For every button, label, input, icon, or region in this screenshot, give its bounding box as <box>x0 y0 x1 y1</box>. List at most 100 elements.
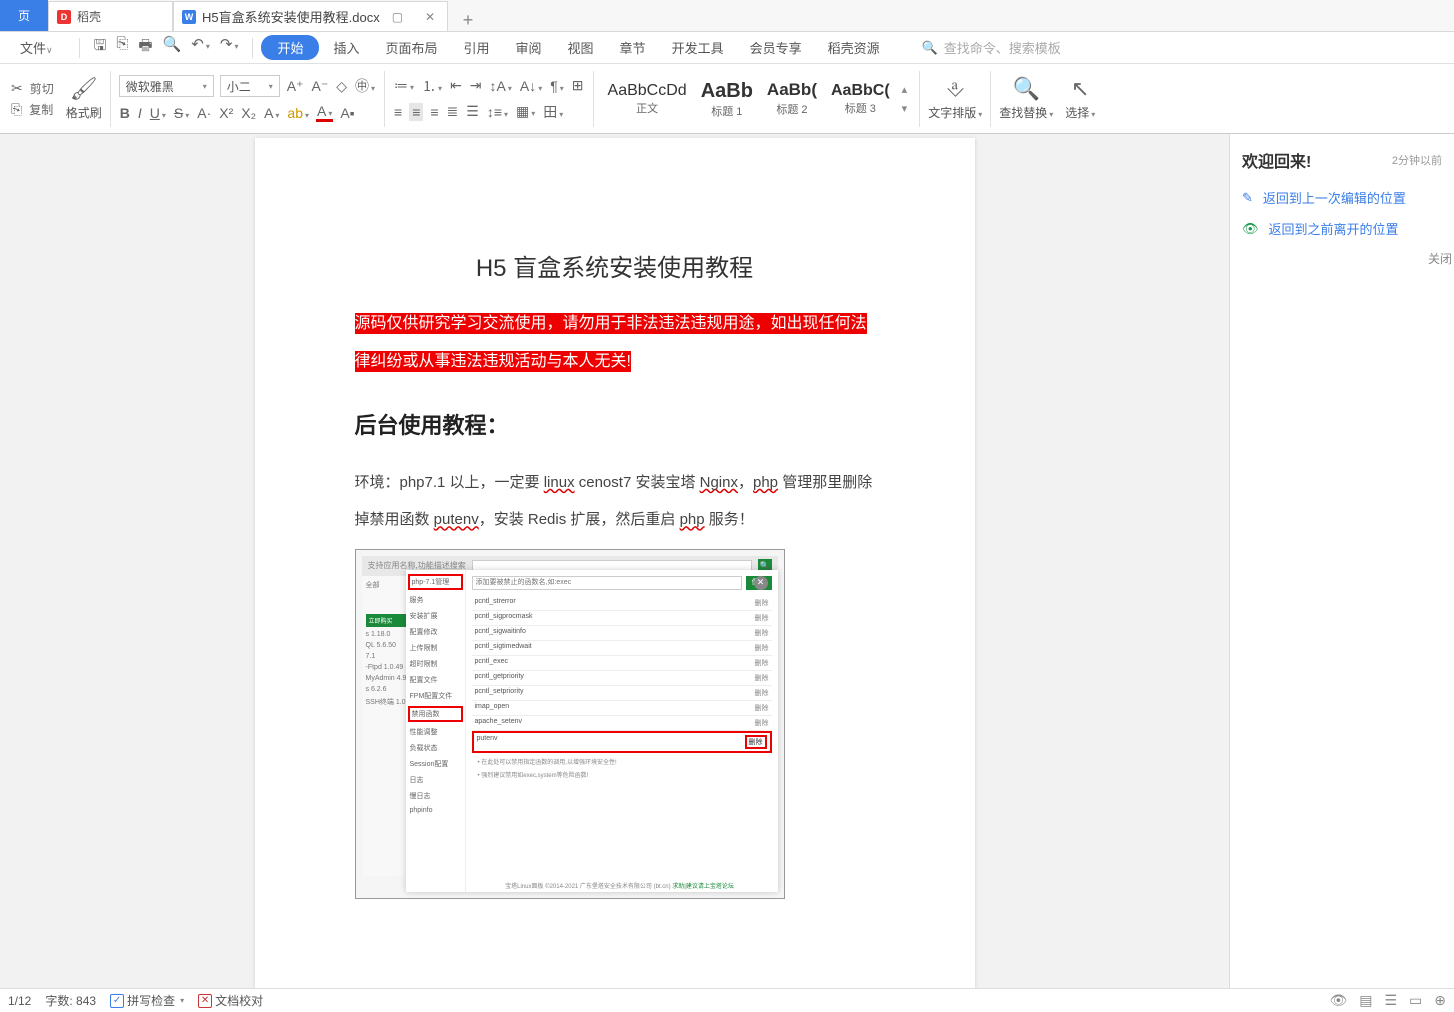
style-heading3[interactable]: AaBbC(标题 3 <box>825 79 896 118</box>
tab-doc-active[interactable]: W H5盲盒系统安装使用教程.docx ▢ ✕ <box>173 1 448 31</box>
paragraph-group: ≔▾ ⒈▾ ⇤ ⇥ ↕A▾ A↓▾ ¶▾ ⊞ ≡ ≡ ≡ ≣ ☰ ↕≡▾ ▦▾ … <box>387 69 591 129</box>
menu-file[interactable]: 文件∨ <box>8 34 71 61</box>
view-book-icon[interactable]: ▭ <box>1409 992 1422 1009</box>
pencil-icon: ✎ <box>1242 190 1253 206</box>
borders-icon[interactable]: 田▾ <box>542 102 564 122</box>
sort-icon[interactable]: A↓▾ <box>519 78 543 94</box>
superscript-icon[interactable]: X² <box>218 105 234 121</box>
shell-icon: D <box>57 10 71 24</box>
paint-brush-icon: 🖌 <box>70 76 98 102</box>
section-title: 后台使用教程： <box>355 408 875 440</box>
tabs-bar: 页 D 稻壳 W H5盲盒系统安装使用教程.docx ▢ ✕ + <box>0 0 1454 32</box>
undo-icon[interactable]: ↶▾ <box>191 35 210 60</box>
italic-icon[interactable]: I <box>137 105 143 121</box>
align-right-icon[interactable]: ≡ <box>429 104 439 120</box>
doc-proof-toggle[interactable]: ✕文档校对 <box>198 992 263 1009</box>
text-layout-button[interactable]: ⎀ 文字排版▾ <box>922 76 988 121</box>
menu-start[interactable]: 开始 <box>261 35 319 60</box>
page: H5 盲盒系统安装使用教程 源码仅供研究学习交流使用，请勿用于非法违法违规用途，… <box>255 138 975 988</box>
body-text: 环境：php7.1 以上，一定要 linux cenost7 安装宝塔 Ngin… <box>355 464 875 539</box>
line-spacing-icon[interactable]: ↕≡▾ <box>486 104 509 120</box>
view-outline-icon[interactable]: ☰ <box>1384 992 1397 1009</box>
save-icon[interactable]: 🖫 <box>94 35 107 60</box>
bullets-icon[interactable]: ≔▾ <box>393 77 415 94</box>
menu-resources[interactable]: 稻壳资源 <box>816 34 892 61</box>
subscript-icon[interactable]: X₂ <box>240 105 257 121</box>
preview-icon[interactable]: 🔍 <box>163 35 182 60</box>
shading-icon[interactable]: ▦▾ <box>515 103 536 120</box>
font-grow-icon[interactable]: A⁺ <box>286 78 305 95</box>
clear-format-icon[interactable]: ◇ <box>335 78 348 95</box>
clipboard-group: ✂剪切 ⎘复制 <box>4 69 60 129</box>
char-shading-icon[interactable]: A▪ <box>339 105 355 121</box>
menu-search[interactable]: 🔍 查找命令、搜索模板 <box>914 35 1069 60</box>
align-center-icon[interactable]: ≡ <box>409 103 423 121</box>
phonetic-icon[interactable]: ㊥▾ <box>354 76 376 96</box>
return-last-open-link[interactable]: 👁 返回到之前离开的位置 <box>1230 213 1454 244</box>
document-area[interactable]: ▤ ▾ H5 盲盒系统安装使用教程 源码仅供研究学习交流使用，请勿用于非法违法违… <box>0 134 1229 988</box>
tab-stops-icon[interactable]: ⊞ <box>571 77 585 94</box>
export-icon[interactable]: ⎘ <box>116 35 128 60</box>
indent-inc-icon[interactable]: ⇥ <box>469 77 483 94</box>
menu-member[interactable]: 会员专享 <box>738 34 814 61</box>
tab-close-icon[interactable]: ✕ <box>421 10 439 24</box>
embedded-screenshot: 支持应用名称,功能描述搜索 🔍 全部 立即购买 s 1.18.0 QL 5.6.… <box>355 549 785 899</box>
tab-home[interactable]: 页 <box>0 0 48 31</box>
align-left-icon[interactable]: ≡ <box>393 104 403 120</box>
tab-shell[interactable]: D 稻壳 <box>48 1 173 31</box>
font-shrink-icon[interactable]: A⁻ <box>311 78 330 95</box>
text-effects-icon[interactable]: A▾ <box>263 105 280 121</box>
style-normal[interactable]: AaBbCcDd正文 <box>602 79 693 118</box>
ribbon: ✂剪切 ⎘复制 🖌 格式刷 微软雅黑▾ 小二▾ A⁺ A⁻ ◇ ㊥▾ B I U… <box>0 64 1454 134</box>
view-web-icon[interactable]: ⊕ <box>1434 992 1446 1009</box>
numbering-icon[interactable]: ⒈▾ <box>421 76 443 96</box>
print-icon[interactable]: 🖶 <box>138 35 152 60</box>
page-indicator[interactable]: 1/12 <box>8 994 31 1008</box>
emphasis-icon[interactable]: A· <box>196 105 212 121</box>
font-size-select[interactable]: 小二▾ <box>220 75 280 97</box>
show-marks-icon[interactable]: ¶▾ <box>549 78 565 94</box>
copy-icon[interactable]: ⎘ <box>10 101 23 118</box>
embed-modal-close-icon: ✕ <box>754 576 768 590</box>
view-read-icon[interactable]: 👁 <box>1329 992 1347 1009</box>
return-last-edit-link[interactable]: ✎ 返回到上一次编辑的位置 <box>1230 182 1454 213</box>
bold-icon[interactable]: B <box>119 105 131 121</box>
side-close-link[interactable]: 关闭 <box>1230 244 1454 273</box>
word-count[interactable]: 字数: 843 <box>45 992 96 1009</box>
menu-review[interactable]: 审阅 <box>504 34 554 61</box>
doc-title: H5 盲盒系统安装使用教程 <box>355 248 875 283</box>
font-color-icon[interactable]: A▾ <box>316 103 333 122</box>
indent-dec-icon[interactable]: ⇤ <box>449 77 463 94</box>
align-justify-icon[interactable]: ≣ <box>446 103 460 120</box>
spell-check-toggle[interactable]: ✓拼写检查▾ <box>110 992 184 1009</box>
menu-insert[interactable]: 插入 <box>321 34 371 61</box>
menu-references[interactable]: 引用 <box>452 34 502 61</box>
highlight-icon[interactable]: ab▾ <box>286 105 310 121</box>
view-print-icon[interactable]: ▤ <box>1359 992 1372 1009</box>
select-button[interactable]: ↖ 选择▾ <box>1059 76 1101 121</box>
menu-view[interactable]: 视图 <box>556 34 606 61</box>
search-icon: 🔍 <box>922 40 938 56</box>
font-name-select[interactable]: 微软雅黑▾ <box>119 75 214 97</box>
menu-page-layout[interactable]: 页面布局 <box>373 34 449 61</box>
text-direction-icon[interactable]: ↕A▾ <box>489 78 513 94</box>
tab-device-icon[interactable]: ▢ <box>392 10 403 24</box>
tab-new-icon[interactable]: + <box>448 10 488 31</box>
find-replace-button[interactable]: 🔍 查找替换▾ <box>993 76 1059 121</box>
tab-shell-label: 稻壳 <box>77 8 101 25</box>
strike-icon[interactable]: S▾ <box>173 105 190 121</box>
format-painter-button[interactable]: 🖌 格式刷 <box>60 76 108 121</box>
underline-icon[interactable]: U▾ <box>149 105 167 121</box>
style-heading2[interactable]: AaBb(标题 2 <box>761 78 823 118</box>
styles-more-icon[interactable]: ▴▾ <box>898 83 912 115</box>
embed-func-input <box>472 576 742 590</box>
status-bar: 1/12 字数: 843 ✓拼写检查▾ ✕文档校对 👁 ▤ ☰ ▭ ⊕ <box>0 988 1454 1012</box>
style-heading1[interactable]: AaBb标题 1 <box>695 77 759 121</box>
redo-icon[interactable]: ↷▾ <box>220 35 239 60</box>
welcome-title: 欢迎回来! <box>1242 148 1311 172</box>
menu-chapter[interactable]: 章节 <box>608 34 658 61</box>
workspace: ▤ ▾ H5 盲盒系统安装使用教程 源码仅供研究学习交流使用，请勿用于非法违法违… <box>0 134 1454 988</box>
align-distribute-icon[interactable]: ☰ <box>465 103 480 120</box>
cut-icon[interactable]: ✂ <box>10 80 24 97</box>
menu-devtools[interactable]: 开发工具 <box>660 34 736 61</box>
